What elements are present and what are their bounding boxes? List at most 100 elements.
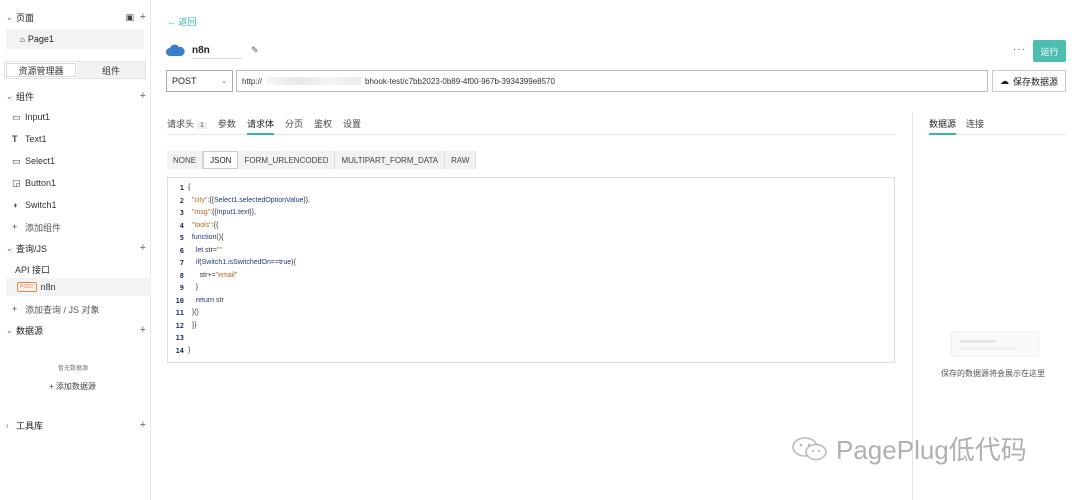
body-code-editor[interactable]: 1 2 3 4 5 6 7 8 9 10 11 12 13 14 { "city… bbox=[167, 177, 895, 363]
line-number: 4 bbox=[179, 221, 184, 230]
code-line: if(Switch1.isSwitchedOn==true){ bbox=[195, 259, 296, 266]
widget-item-button1[interactable]: ◲ Button1 bbox=[12, 175, 56, 191]
watermark: PagePlug低代码 bbox=[790, 430, 1027, 467]
url-suffix: bhook-test/c7bb2023-0b89-4f00-967b-39343… bbox=[365, 76, 555, 86]
widget-item-text1[interactable]: T Text1 bbox=[12, 131, 47, 147]
body-type-selector: NONE JSON FORM_URLENCODED MULTIPART_FORM… bbox=[167, 151, 477, 169]
tab-body[interactable]: 请求体 bbox=[246, 113, 274, 135]
add-query-link[interactable]: + 添加查询 / JS 对象 bbox=[12, 301, 100, 317]
body-type-multipart[interactable]: MULTIPART_FORM_DATA bbox=[335, 151, 446, 169]
save-datasource-button[interactable]: ☁ 保存数据源 bbox=[992, 70, 1066, 92]
edit-icon[interactable]: ✎ bbox=[251, 45, 259, 56]
chevron-down-icon: ⌄ bbox=[6, 243, 13, 253]
text-icon: T bbox=[12, 134, 18, 144]
pages-section-header[interactable]: ⌄ 页面 ▣ + bbox=[6, 9, 148, 25]
code-line: "city":{{Select1.selectedOptionValue}}, bbox=[191, 196, 310, 204]
widgets-section-label: 组件 bbox=[16, 91, 35, 102]
body-type-form-urlencoded[interactable]: FORM_URLENCODED bbox=[238, 151, 336, 169]
line-number: 7 bbox=[179, 259, 184, 267]
tab-headers-label: 请求头 bbox=[167, 119, 195, 129]
tab-pagination[interactable]: 分页 bbox=[285, 113, 303, 135]
library-section-header[interactable]: › 工具库 + bbox=[6, 417, 148, 433]
code-line: }() bbox=[188, 309, 199, 316]
add-datasource-icon[interactable]: + bbox=[140, 324, 146, 336]
tab-headers[interactable]: 请求头 1 bbox=[167, 113, 207, 135]
query-section-label: 查询/JS bbox=[16, 243, 48, 254]
line-number: 6 bbox=[179, 246, 184, 255]
add-datasource-link[interactable]: + 添加数据源 bbox=[49, 381, 96, 392]
code-line: } bbox=[188, 284, 199, 291]
home-icon: ⌂ bbox=[20, 34, 25, 44]
chevron-down-icon: ⌄ bbox=[6, 325, 13, 335]
method-value: POST bbox=[172, 76, 197, 86]
button-icon: ◲ bbox=[12, 177, 21, 188]
back-label: 返回 bbox=[178, 17, 197, 27]
empty-datasource-text: 保存的数据源将会展示在这里 bbox=[941, 369, 1045, 378]
url-prefix: http:// bbox=[242, 76, 263, 86]
url-input[interactable]: http:// bhook-test/c7bb2023-0b89-4f00-96… bbox=[236, 70, 988, 92]
sidebar-tabs: 资源管理器 组件 bbox=[4, 61, 146, 79]
code-line: let str="" bbox=[195, 246, 222, 254]
method-select[interactable]: POST ⌄ bbox=[166, 70, 233, 92]
watermark-text: PagePlug低代码 bbox=[836, 435, 1027, 465]
widget-label: Switch1 bbox=[25, 200, 57, 210]
tab-auth[interactable]: 鉴权 bbox=[314, 113, 332, 135]
more-icon[interactable]: ··· bbox=[1013, 44, 1026, 55]
layout-icon[interactable]: ▣ bbox=[125, 12, 134, 23]
datasource-section-header[interactable]: ⌄ 数据源 + bbox=[6, 322, 148, 338]
tab-settings[interactable]: 设置 bbox=[343, 113, 361, 135]
select-icon: ▭ bbox=[12, 155, 21, 166]
line-number: 10 bbox=[175, 296, 184, 305]
chevron-down-icon: ⌄ bbox=[6, 91, 13, 101]
query-item-label: n8n bbox=[40, 282, 56, 292]
add-widget-icon[interactable]: + bbox=[140, 90, 146, 102]
add-widget-label: 添加组件 bbox=[25, 222, 62, 233]
body-type-json[interactable]: JSON bbox=[203, 151, 239, 169]
line-number: 11 bbox=[175, 309, 184, 317]
line-number: 8 bbox=[179, 271, 184, 280]
request-tabs: 请求头 1 参数 请求体 分页 鉴权 设置 bbox=[167, 113, 895, 135]
body-type-raw[interactable]: RAW bbox=[445, 151, 477, 169]
query-item-n8n[interactable]: POST n8n bbox=[6, 278, 151, 296]
plus-icon: + bbox=[12, 222, 18, 232]
tab-params[interactable]: 参数 bbox=[218, 113, 236, 135]
widget-item-select1[interactable]: ▭ Select1 bbox=[12, 153, 55, 169]
tab-connect[interactable]: 连接 bbox=[966, 113, 984, 135]
add-datasource-label: 添加数据源 bbox=[55, 382, 96, 391]
tab-widgets[interactable]: 组件 bbox=[77, 62, 145, 78]
redacted-url-part bbox=[266, 77, 362, 85]
sidebar: ⌄ 页面 ▣ + ⌂ Page1 资源管理器 组件 ⌄ 组件 + ▭ Input… bbox=[0, 0, 151, 500]
arrow-left-icon: ← bbox=[167, 17, 179, 27]
run-button[interactable]: 运行 bbox=[1033, 40, 1066, 62]
tab-datasource[interactable]: 数据源 bbox=[929, 113, 957, 135]
api-name-input[interactable]: n8n bbox=[192, 43, 242, 59]
page-item[interactable]: ⌂ Page1 bbox=[6, 29, 144, 49]
add-library-icon[interactable]: + bbox=[140, 419, 146, 431]
code-line: return str bbox=[195, 296, 224, 304]
save-datasource-label: 保存数据源 bbox=[1012, 76, 1058, 87]
widget-item-switch1[interactable]: ◑ Switch1 bbox=[12, 197, 57, 213]
switch-icon: ◑ bbox=[12, 200, 18, 210]
plus-icon: + bbox=[49, 382, 56, 391]
library-section-label: 工具库 bbox=[16, 420, 44, 431]
widget-label: Input1 bbox=[25, 112, 51, 122]
no-datasource-text: 暂无数据源 bbox=[58, 366, 89, 372]
back-link[interactable]: ← 返回 bbox=[167, 15, 197, 28]
query-section-header[interactable]: ⌄ 查询/JS + bbox=[6, 240, 148, 256]
chevron-down-icon: ⌄ bbox=[221, 78, 227, 85]
add-query-label: 添加查询 / JS 对象 bbox=[25, 304, 100, 315]
add-query-icon[interactable]: + bbox=[140, 242, 146, 254]
tab-explorer[interactable]: 资源管理器 bbox=[6, 63, 76, 77]
post-badge: POST bbox=[17, 282, 37, 292]
line-number: 9 bbox=[179, 284, 184, 292]
line-number: 1 bbox=[179, 184, 184, 192]
plus-icon: + bbox=[12, 304, 18, 314]
line-number: 12 bbox=[175, 321, 184, 330]
input-icon: ▭ bbox=[12, 111, 21, 122]
add-page-icon[interactable]: + bbox=[140, 11, 146, 23]
add-widget-link[interactable]: + 添加组件 bbox=[12, 219, 61, 235]
body-type-none[interactable]: NONE bbox=[167, 151, 204, 169]
line-number: 3 bbox=[179, 209, 184, 217]
widgets-section-header[interactable]: ⌄ 组件 + bbox=[6, 88, 148, 104]
widget-item-input1[interactable]: ▭ Input1 bbox=[12, 109, 50, 125]
